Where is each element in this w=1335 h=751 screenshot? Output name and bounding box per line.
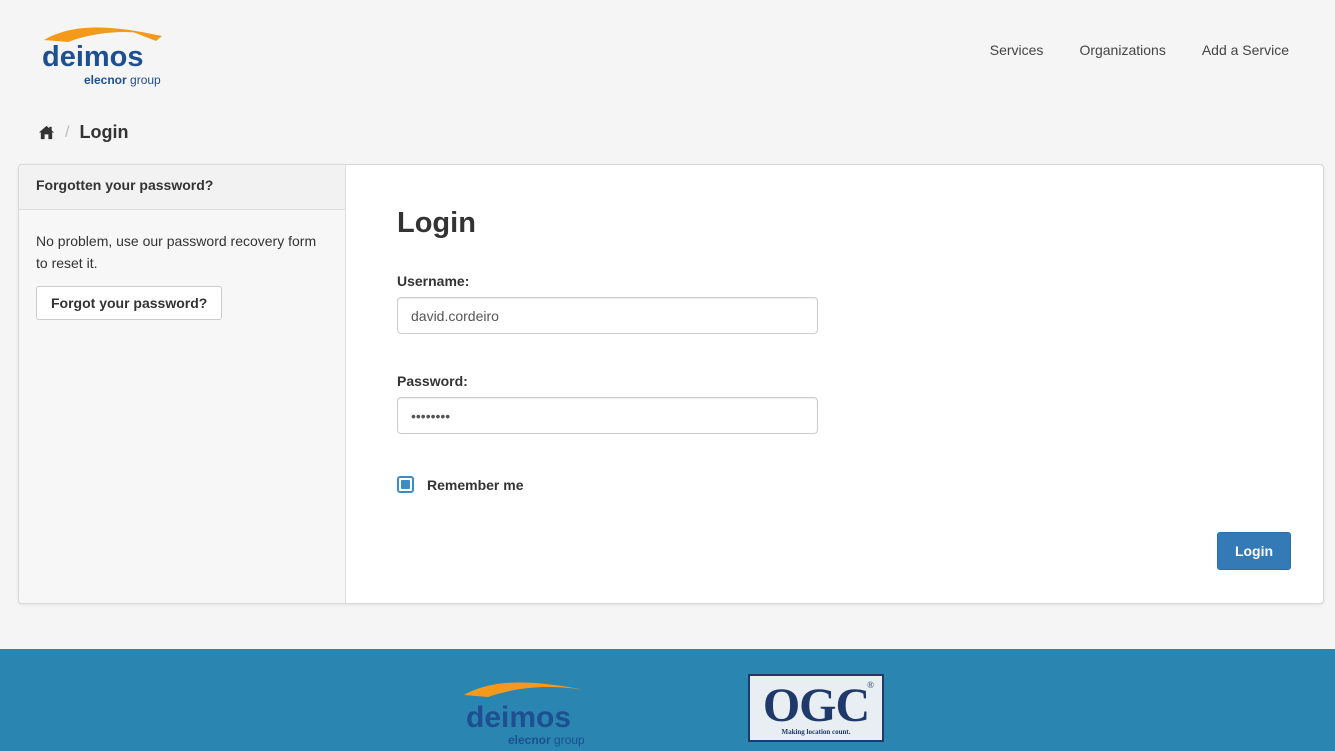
login-heading: Login — [397, 207, 476, 239]
deimos-logo-swoosh-icon: deimos elecnor group — [42, 27, 162, 87]
login-button[interactable]: Login — [1217, 532, 1291, 570]
svg-text:elecnor group: elecnor group — [508, 733, 585, 747]
nav-services[interactable]: Services — [990, 42, 1044, 58]
password-label: Password: — [397, 373, 468, 389]
remember-me-label: Remember me — [427, 476, 524, 493]
password-input[interactable] — [397, 397, 818, 434]
ogc-logo[interactable]: OGC ® Making location count. — [748, 674, 884, 742]
breadcrumb: / Login — [38, 122, 128, 143]
nav-add-service[interactable]: Add a Service — [1202, 42, 1289, 58]
top-nav: Services Organizations Add a Service — [954, 42, 1289, 58]
footer-deimos-swoosh-icon: deimos elecnor group — [464, 682, 590, 747]
sidebar-body: No problem, use our password recovery fo… — [19, 210, 345, 340]
svg-text:elecnor group: elecnor group — [84, 73, 161, 87]
footer-logo-sub: group — [551, 733, 585, 747]
ogc-logo-text: OGC — [762, 679, 870, 732]
username-label: Username: — [397, 273, 470, 289]
logo-name: deimos — [42, 41, 144, 73]
footer: deimos elecnor group OGC ® Making locati… — [0, 649, 1335, 751]
ogc-registered-mark: ® — [867, 680, 874, 690]
nav-organizations[interactable]: Organizations — [1079, 42, 1165, 58]
remember-me[interactable]: Remember me — [397, 476, 524, 493]
logo-sub-bold: elecnor — [84, 73, 127, 87]
password-recovery-sidebar: Forgotten your password? No problem, use… — [19, 165, 346, 603]
breadcrumb-current: Login — [79, 122, 129, 142]
footer-logo-name: deimos — [466, 701, 571, 734]
header: deimos elecnor group Services Organizati… — [0, 0, 1335, 110]
sidebar-title: Forgotten your password? — [19, 165, 345, 210]
checkbox-check-icon — [401, 480, 410, 489]
forgot-password-button[interactable]: Forgot your password? — [36, 286, 223, 320]
logo-sub: group — [127, 73, 161, 87]
footer-logo-sub-bold: elecnor — [508, 733, 551, 747]
deimos-logo[interactable]: deimos elecnor group — [40, 16, 180, 96]
sidebar-text: No problem, use our password recovery fo… — [36, 233, 317, 271]
home-icon[interactable] — [38, 124, 55, 141]
ogc-tagline: Making location count. — [781, 728, 851, 736]
username-input[interactable] — [397, 297, 818, 334]
remember-me-checkbox[interactable] — [397, 476, 414, 493]
login-panel: Forgotten your password? No problem, use… — [18, 164, 1324, 604]
breadcrumb-separator: / — [65, 123, 70, 141]
login-form: Login Username: Password: Remember me Lo… — [397, 165, 1297, 603]
footer-deimos-logo[interactable]: deimos elecnor group — [462, 671, 597, 751]
